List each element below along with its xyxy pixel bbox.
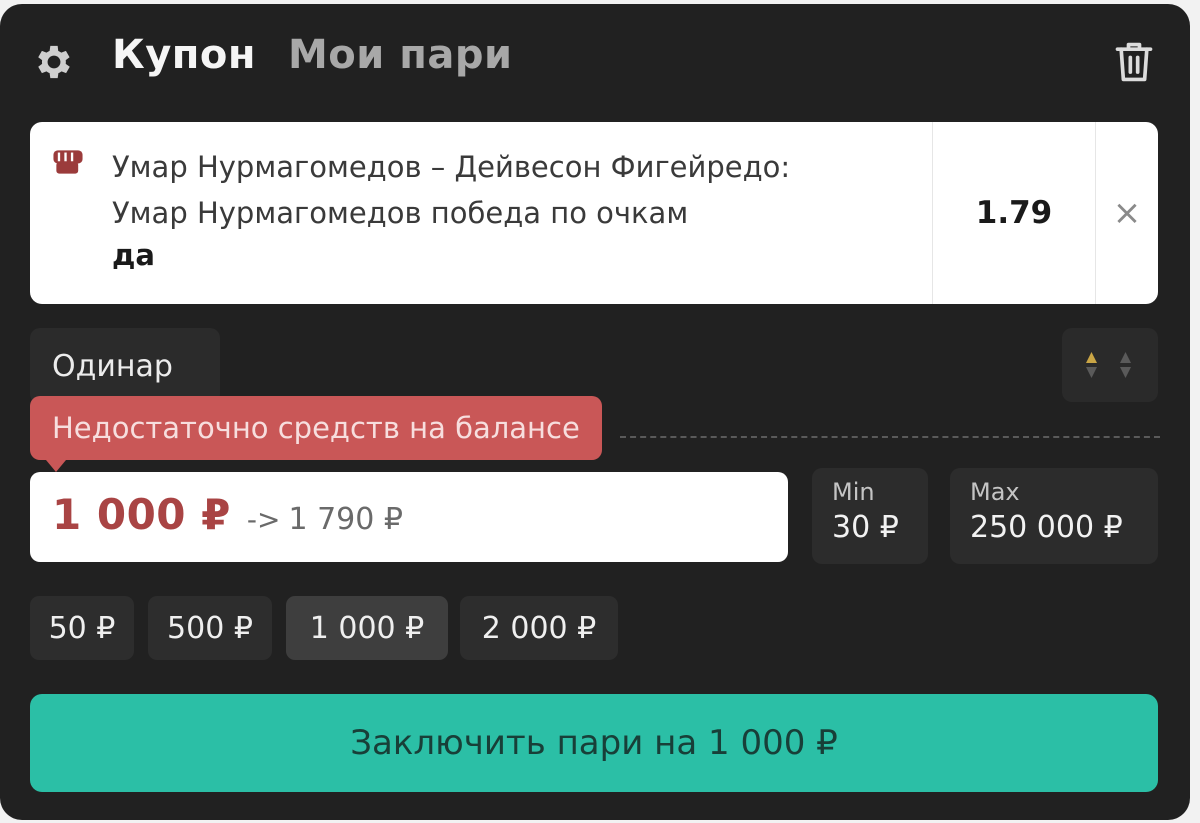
min-value: 30 ₽ [832, 510, 899, 545]
bet-card: Умар Нурмагомедов – Дейвесон Фигейредо: … [30, 122, 1158, 304]
divider [620, 436, 1160, 438]
error-tooltip: Недостаточно средств на балансе [30, 396, 602, 472]
potential-win: 1 790 ₽ [288, 502, 403, 537]
coupon-panel: Купон Мои пари Умар Нурмагомедов – Дейве… [0, 4, 1190, 820]
max-value: 250 000 ₽ [970, 510, 1123, 545]
stake-input[interactable]: 1 000 ₽ -> 1 790 ₽ [30, 472, 788, 562]
arrow-text: -> [246, 503, 281, 536]
quick-amount-2000[interactable]: 2 000 ₽ [460, 596, 618, 660]
fist-icon [53, 150, 83, 174]
tab-my-bets[interactable]: Мои пари [288, 32, 513, 78]
place-bet-button[interactable]: Заключить пари на 1 000 ₽ [30, 694, 1158, 792]
bet-event-line2: Умар Нурмагомедов победа по очкам [112, 196, 689, 230]
bet-odds: 1.79 [932, 122, 1096, 304]
bet-event-line1: Умар Нурмагомедов – Дейвесон Фигейредо: [112, 150, 791, 184]
bet-outcome: да [112, 238, 155, 272]
close-icon[interactable]: × [1096, 122, 1158, 304]
stake-amount: 1 000 ₽ [52, 490, 231, 539]
quick-amount-50[interactable]: 50 ₽ [30, 596, 134, 660]
max-stake-button[interactable]: Max 250 000 ₽ [950, 468, 1158, 564]
max-label: Max [970, 478, 1020, 506]
min-label: Min [832, 478, 875, 506]
quick-amount-500[interactable]: 500 ₽ [148, 596, 272, 660]
bet-type-button[interactable]: Одинар [30, 328, 220, 404]
quick-amount-1000[interactable]: 1 000 ₽ [286, 596, 448, 660]
tab-coupon[interactable]: Купон [112, 32, 256, 78]
sort-arrows-icon[interactable] [1062, 328, 1158, 402]
min-stake-button[interactable]: Min 30 ₽ [812, 468, 928, 564]
bet-event: Умар Нурмагомедов – Дейвесон Фигейредо: … [112, 144, 912, 236]
gear-icon[interactable] [32, 40, 76, 84]
trash-icon[interactable] [1112, 38, 1156, 86]
